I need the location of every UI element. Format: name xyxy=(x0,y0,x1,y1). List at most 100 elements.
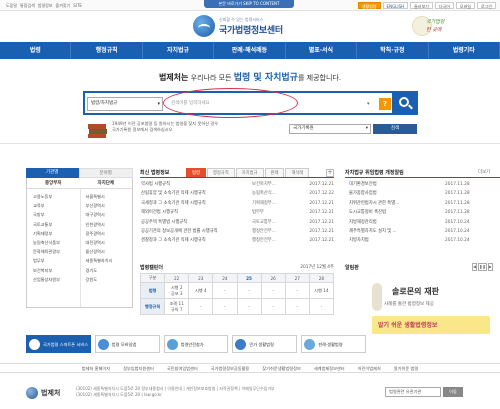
org-link[interactable]: 교육부 xyxy=(27,201,80,210)
column-divider xyxy=(80,189,81,307)
related-agency-go-button[interactable]: 이동 xyxy=(443,387,463,397)
org-link[interactable]: 고용노동부 xyxy=(27,192,80,201)
footer-link[interactable]: 국가법령정보공동활용 xyxy=(211,364,250,372)
list-item[interactable]: 공공주택 특별법 시행규칙 국토교통부... 2017.12.21 xyxy=(140,218,334,227)
footer-link[interactable]: 찾기쉬운생활법령정보 xyxy=(262,364,301,372)
tab-law[interactable]: 법령 xyxy=(186,168,206,177)
list-item[interactable]: 도시교통정비 촉진법 2017.11.28 xyxy=(345,208,500,217)
tab-by-field[interactable]: 분야별 xyxy=(78,168,133,178)
nav-item-admin-rules[interactable]: 행정규칙 xyxy=(71,42,143,59)
alert-title: 지방자치법 xyxy=(349,238,369,244)
footer-link[interactable]: 법제처 홈페이지 xyxy=(82,364,110,372)
org-link[interactable]: 울산광역시 xyxy=(80,247,133,256)
tab-precedents[interactable]: 판례 xyxy=(264,168,285,177)
promo-badge[interactable]: 국가법령 한 곳에 xyxy=(412,14,452,40)
util-link[interactable]: 도움말 xyxy=(6,3,17,9)
autocomplete-toggle-icon[interactable]: ▾ xyxy=(367,97,370,111)
util-link[interactable]: SITE xyxy=(73,3,82,9)
org-link[interactable]: 인천광역시 xyxy=(80,220,133,229)
login-button[interactable]: 로그인 xyxy=(476,2,496,9)
pause-icon[interactable]: ❚❚ xyxy=(478,263,487,271)
calendar-cell[interactable]: 시행 4 xyxy=(188,282,214,299)
list-item[interactable]: 지방재정관리법 2017.10.24 xyxy=(345,218,500,227)
org-link[interactable]: 서울특별시 xyxy=(80,192,133,201)
solomon-banner[interactable]: 솔로몬의 재판 사례를 통한 법령정보 제공 xyxy=(372,281,490,313)
list-item[interactable]: 물가종합사업법 2017.11.28 xyxy=(345,189,500,198)
banner2-text: 알기 쉬운 생활법령정보 xyxy=(378,322,438,329)
footer-link[interactable]: 정부입법지원센터 xyxy=(123,364,154,372)
calendar-cell: - xyxy=(260,282,286,299)
calendar-cell[interactable]: 시행 14 xyxy=(308,282,335,299)
list-item[interactable]: 해외이전법 시행규칙 법무부 2017.12.21 xyxy=(140,208,334,217)
calendar-cell[interactable]: 조례 11 규칙 7 xyxy=(164,298,190,315)
org-link[interactable]: 보건복지부 xyxy=(27,266,80,275)
org-link[interactable]: 세종특별자치시 xyxy=(80,256,133,265)
nav-item-law[interactable]: 법령 xyxy=(0,42,72,59)
nav-item-precedents[interactable]: 판례·해석례등 xyxy=(214,42,286,59)
search-help-button[interactable]: ? xyxy=(379,98,391,110)
site-logo[interactable]: 신뢰할 수 있는 법령서비스 국가법령정보센터 xyxy=(193,14,313,38)
nav-item-forms[interactable]: 별표·서식 xyxy=(286,42,358,59)
nav-item-etc[interactable]: 법령기타 xyxy=(429,42,500,59)
related-site-go-button[interactable]: 검색 xyxy=(373,124,417,134)
list-item[interactable]: 국세청과 그 소속기관 직제 시행규칙 기획재정부... 2017.12.21 xyxy=(140,199,334,208)
tab-local-laws[interactable]: 자치법규 xyxy=(235,168,264,177)
next-icon[interactable]: ▶ xyxy=(487,263,493,271)
easy-law-banner[interactable]: 알기 쉬운 생활법령정보 xyxy=(372,316,490,334)
org-link[interactable]: 국토교통부 xyxy=(27,220,80,229)
org-link[interactable]: 국방부 xyxy=(27,210,80,219)
list-item[interactable]: 지방자치법 2017.10.24 xyxy=(345,236,500,245)
org-link[interactable]: 문화체육관광부 xyxy=(27,247,80,256)
footer-link[interactable]: 국민참여입법센터 xyxy=(167,364,198,372)
life-law-button[interactable]: 생활법령 xyxy=(357,2,381,9)
util-link[interactable]: 통합검색 xyxy=(20,3,35,9)
org-link[interactable]: 대구광역시 xyxy=(80,210,133,219)
list-item[interactable]: 지위관련법지시 관한 특별... 2017.11.28 xyxy=(345,199,500,208)
list-item[interactable]: 경찰청과 그 소속기관 직제 시행규칙 행정안전부... 2017.12.21 xyxy=(140,236,334,245)
nav-item-school-rules[interactable]: 학칙·규정 xyxy=(357,42,429,59)
org-link[interactable]: 농림축산식품부 xyxy=(27,238,80,247)
smartphone-service-button[interactable]: 국가법령 스마트폰 서비스 xyxy=(26,335,91,353)
life-law-quick-button[interactable]: 민가 생활법령 xyxy=(232,335,298,353)
precedent-quick-button[interactable]: 판례·생활법령 xyxy=(301,335,366,353)
calendar-week[interactable]: 2017년 12월 4주 xyxy=(300,263,334,273)
list-item[interactable]: 대기환경보전법 2017.11.28 xyxy=(345,180,500,189)
search-scope-select[interactable]: 법령/자치법규 ▾ xyxy=(87,97,163,111)
search-button[interactable] xyxy=(392,91,418,115)
multilang-button[interactable]: 다국어 xyxy=(434,2,454,9)
calendar-cell[interactable]: 시행 2 공포 3 xyxy=(164,282,190,299)
util-link[interactable]: 법령정보 xyxy=(38,3,53,9)
more-plus-icon[interactable]: + xyxy=(326,169,334,177)
related-site-select[interactable]: 국가기록원 ▾ xyxy=(289,124,371,134)
scales-icon xyxy=(372,283,382,311)
more-link[interactable]: 더보기 xyxy=(478,168,490,178)
org-link[interactable]: 산업통상자원부 xyxy=(27,275,80,284)
nav-item-local-laws[interactable]: 자치법규 xyxy=(143,42,215,59)
util-link[interactable]: 즐겨찾기 xyxy=(56,3,71,9)
org-link[interactable]: 강원도 xyxy=(80,275,133,284)
org-link[interactable]: 부산광역시 xyxy=(80,201,133,210)
english-button[interactable]: ENGLISH xyxy=(382,2,409,9)
skip-to-content-link[interactable]: 본문 바로가기 SKIP TO CONTENT xyxy=(204,0,294,8)
list-item[interactable]: 산림휴양 및 소속기관 직제 시행규칙 농림축산식... 2017.12.22 xyxy=(140,189,334,198)
footer-link[interactable]: 어린이법제처 xyxy=(358,364,381,372)
tab-admin-rules[interactable]: 행정규칙 xyxy=(206,168,235,177)
tab-by-org[interactable]: 기관별 xyxy=(26,168,79,178)
footer-link[interactable]: 세계법제정보센터 xyxy=(314,364,345,372)
tour-button[interactable]: 둘러보기 xyxy=(410,2,433,9)
mobile-app-button[interactable]: 법령 모바일앱 xyxy=(94,335,160,353)
list-item[interactable]: 약사법 시행규칙 보건복지부... 2017.12.21 xyxy=(140,180,334,189)
list-item[interactable]: 제주특별자치도 설치 및 ... 2017.10.24 xyxy=(345,227,500,236)
law-participation-button[interactable]: 법령안전참가 xyxy=(163,335,229,353)
org-link[interactable]: 법무부 xyxy=(27,256,80,265)
org-link[interactable]: 대전광역시 xyxy=(80,238,133,247)
org-link[interactable]: 경기도 xyxy=(80,266,133,275)
mobile-button[interactable]: 모바일 xyxy=(455,2,475,9)
footer-link[interactable]: 알기쉬운 법령 xyxy=(394,364,418,372)
org-link[interactable]: 광주광역시 xyxy=(80,229,133,238)
prev-icon[interactable]: ◀ xyxy=(472,263,478,271)
org-link[interactable]: 기획재정부 xyxy=(27,229,80,238)
list-item[interactable]: 공공기관의 정보공개에 관한 법률 시행규칙 행정안전부... 2017.12.21 xyxy=(140,227,334,236)
related-agency-select[interactable]: 법령관련 유관기관 xyxy=(385,387,441,397)
tab-interpretations[interactable]: 해석례 xyxy=(285,168,310,177)
